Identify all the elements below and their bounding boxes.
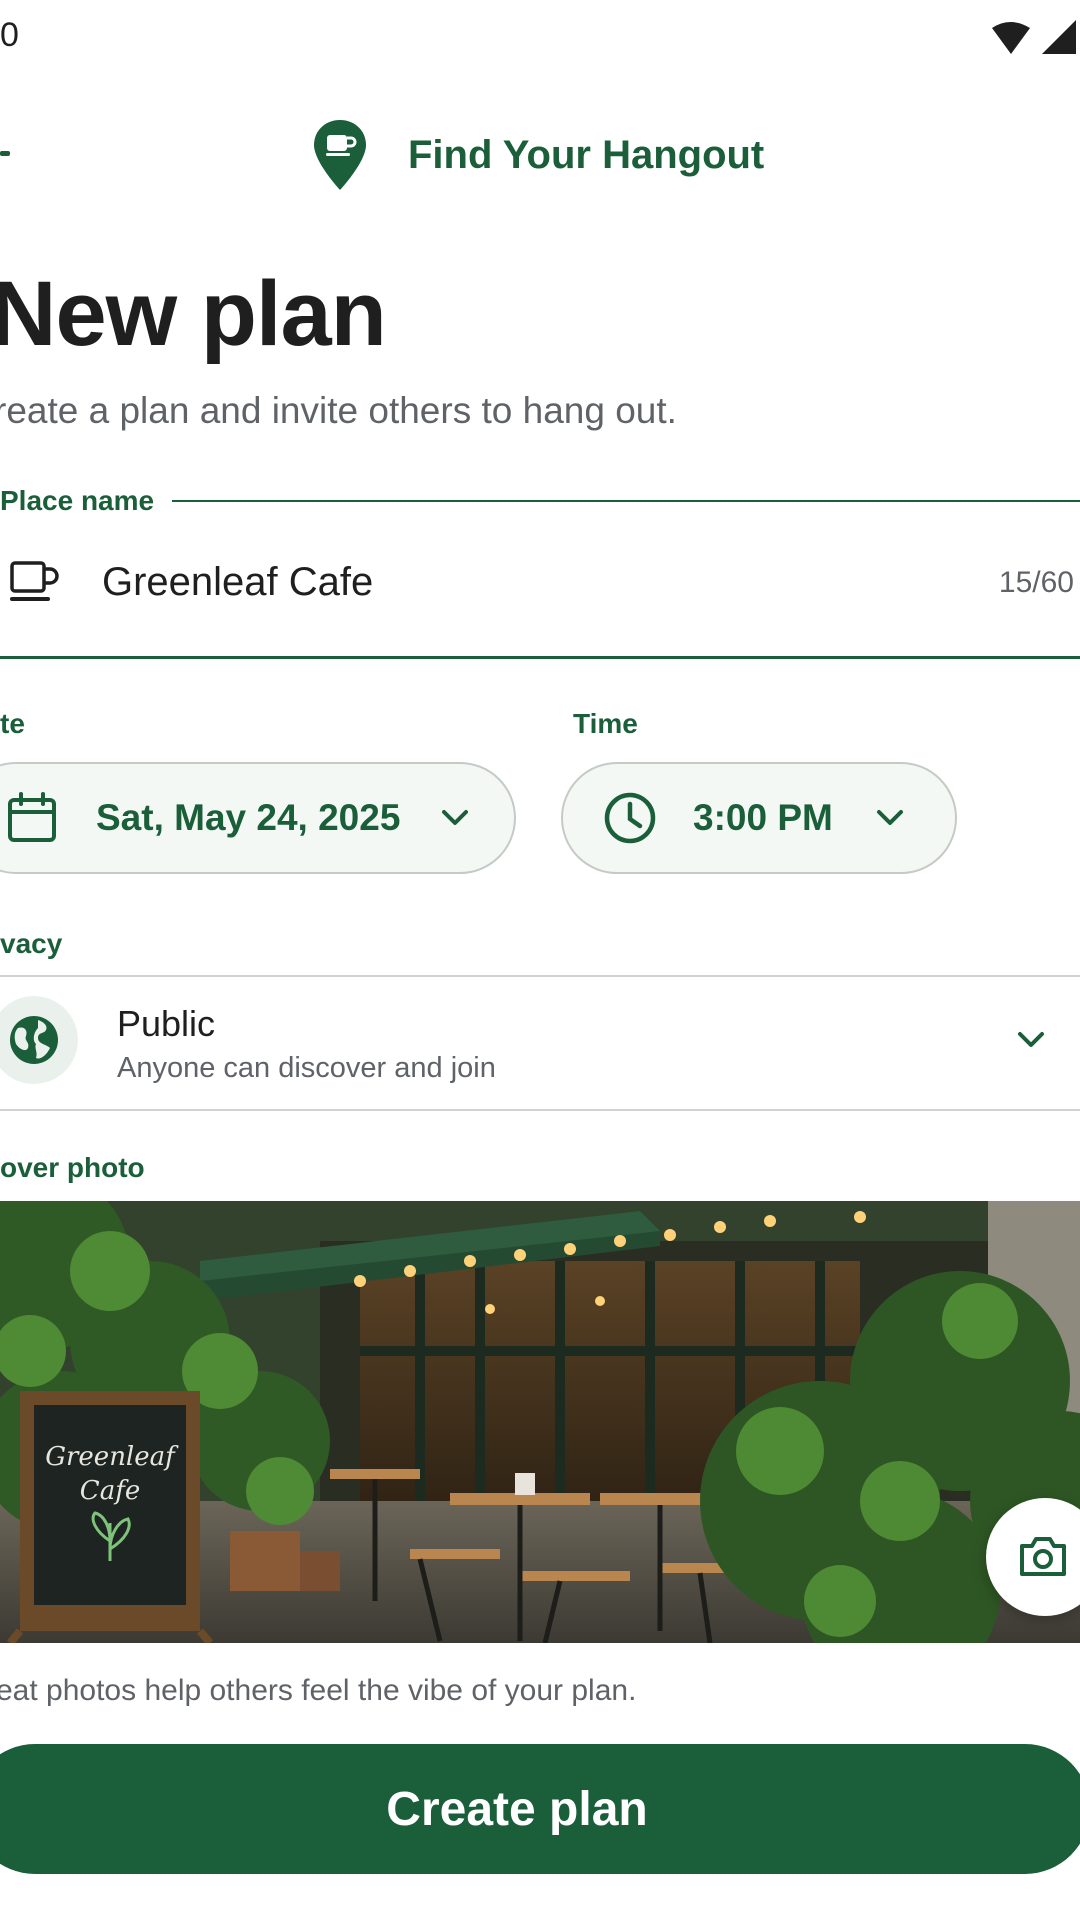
clock-icon	[604, 792, 656, 844]
place-field-border-bottom	[0, 656, 1080, 659]
time-picker-button[interactable]: 3:00 PM	[561, 762, 957, 874]
camera-icon	[1020, 1537, 1066, 1576]
place-name-input[interactable]: Greenleaf Cafe	[102, 560, 373, 605]
chevron-down-icon	[442, 810, 469, 825]
chevron-down-icon	[876, 810, 903, 825]
date-value: Sat, May 24, 2025	[96, 797, 401, 838]
back-arrow-icon[interactable]	[0, 151, 10, 156]
calendar-icon	[8, 792, 56, 842]
sign-text-line2: Cafe	[80, 1476, 140, 1506]
page-subtitle: reate a plan and invite others to hang o…	[0, 390, 677, 431]
place-field-border-top	[172, 500, 1080, 502]
create-plan-button[interactable]: Create plan	[0, 1744, 1080, 1874]
coffee-cup-icon	[10, 561, 59, 601]
time-value: 3:00 PM	[693, 797, 833, 838]
signal-icon	[1042, 20, 1076, 54]
privacy-label: vacy	[0, 928, 63, 959]
map-pin-cup-icon	[314, 120, 366, 190]
cover-photo-label: over photo	[0, 1152, 145, 1183]
privacy-description: Anyone can discover and join	[117, 1052, 496, 1084]
cover-photo-hint: eat photos help others feel the vibe of …	[0, 1674, 637, 1707]
place-name-counter: 15/60	[998, 566, 1074, 599]
cafe-photo: Greenleaf Cafe	[0, 1201, 1080, 1643]
app-title: Find Your Hangout	[408, 132, 765, 177]
globe-icon	[10, 1016, 58, 1064]
date-picker-button[interactable]: Sat, May 24, 2025	[0, 762, 516, 874]
status-time: 0	[0, 16, 19, 54]
app-brand: Find Your Hangout	[312, 118, 764, 192]
cover-photo[interactable]: Greenleaf Cafe	[0, 1201, 1080, 1643]
chalkboard-sign: Greenleaf Cafe	[6, 1391, 214, 1643]
page-title: New plan	[0, 263, 387, 365]
wifi-icon	[992, 22, 1030, 54]
privacy-title: Public	[117, 1003, 216, 1044]
time-label: Time	[573, 708, 638, 739]
place-name-label: Place name	[0, 485, 173, 517]
chevron-down-icon[interactable]	[1016, 1030, 1046, 1050]
date-label: te	[0, 708, 25, 739]
create-plan-label: Create plan	[386, 1782, 648, 1836]
status-icons	[992, 20, 1076, 54]
sign-text-line1: Greenleaf	[45, 1442, 179, 1472]
